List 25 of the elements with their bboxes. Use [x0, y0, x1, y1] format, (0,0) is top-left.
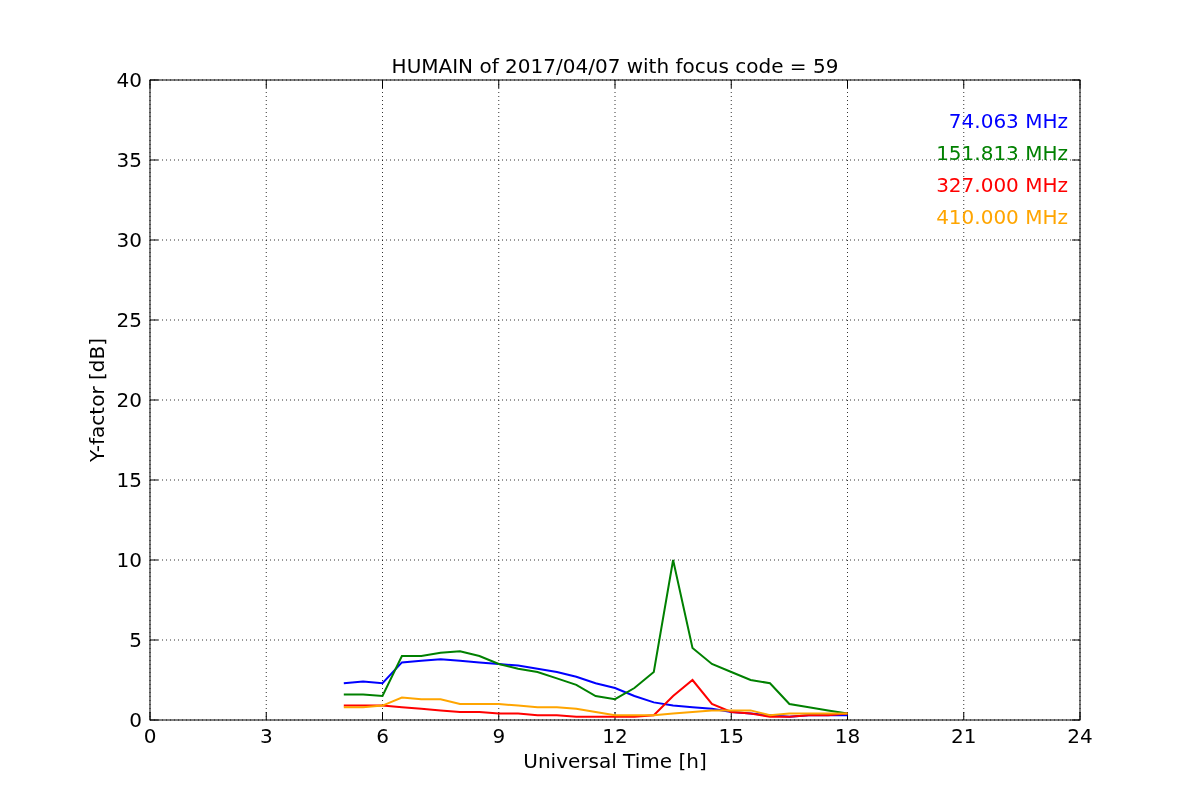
tick-label: 30: [116, 228, 142, 252]
tick-label: 15: [718, 724, 744, 748]
tick-label: 0: [129, 708, 142, 732]
tick-label: 10: [116, 548, 142, 572]
tick-label: 12: [602, 724, 628, 748]
chart-title: HUMAIN of 2017/04/07 with focus code = 59: [391, 54, 839, 78]
tick-label: 35: [116, 148, 142, 172]
legend-label: 151.813 MHz: [936, 141, 1068, 165]
tick-label: 21: [951, 724, 977, 748]
tick-label: 3: [259, 724, 273, 748]
axis-label: Y-factor [dB]: [85, 338, 109, 462]
tick-label: 9: [492, 724, 506, 748]
tick-label: 20: [116, 388, 142, 412]
tick-label: 24: [1067, 724, 1093, 748]
tick-label: 18: [834, 724, 861, 748]
axis-label: Universal Time [h]: [523, 749, 707, 773]
tick-label: 40: [116, 68, 142, 92]
legend-label: 74.063 MHz: [948, 109, 1068, 133]
legend-label: 327.000 MHz: [936, 173, 1068, 197]
tick-label: 15: [116, 468, 142, 492]
tick-label: 5: [129, 628, 142, 652]
tick-label: 6: [376, 724, 389, 748]
tick-label: 0: [143, 724, 157, 748]
legend-label: 410.000 MHz: [936, 205, 1068, 229]
tick-label: 25: [116, 308, 142, 332]
